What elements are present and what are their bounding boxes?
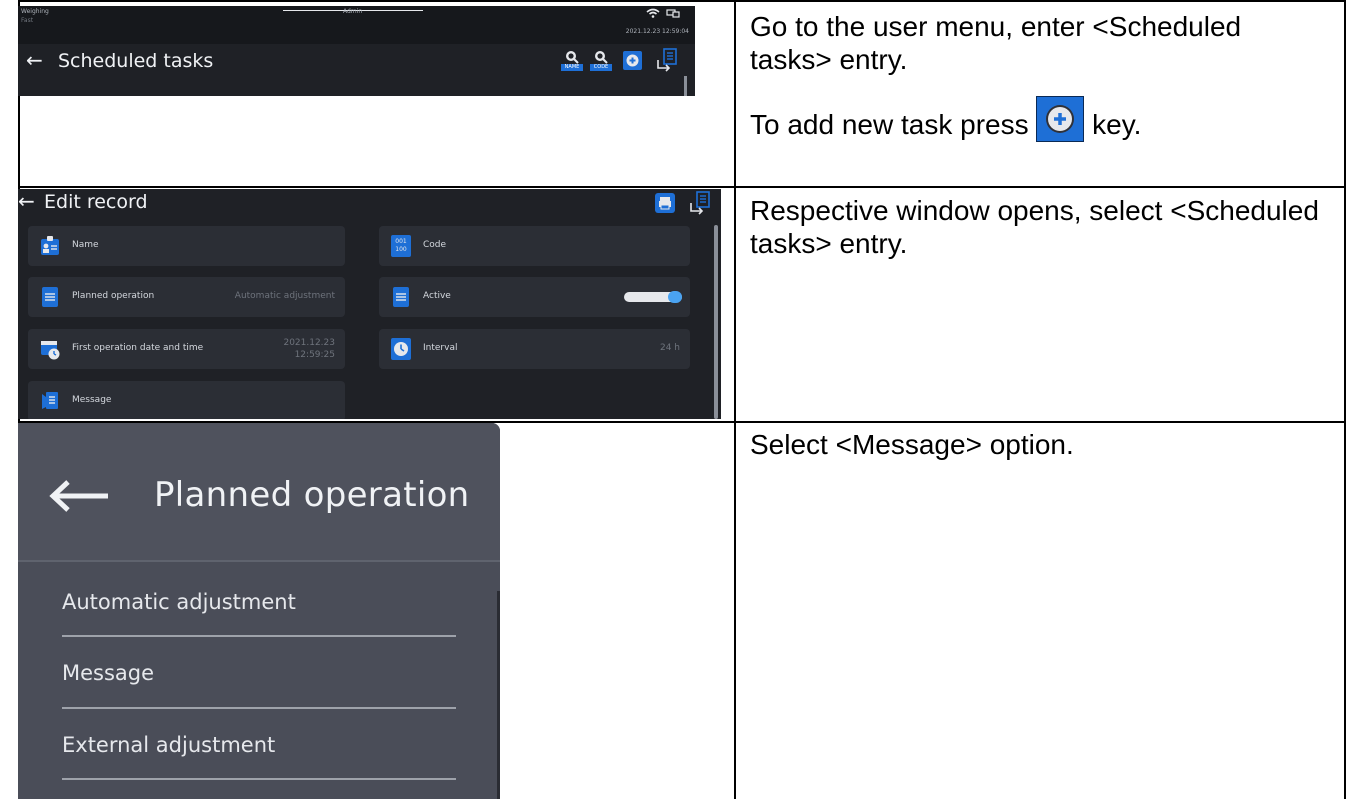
option-divider xyxy=(62,635,456,637)
code-icon-bottom: 100 xyxy=(395,246,407,253)
instruction-row1-line2-before: To add new task press xyxy=(750,109,1029,140)
page-title: Edit record xyxy=(44,191,148,213)
export-icon[interactable] xyxy=(688,191,712,217)
toggle-knob xyxy=(668,291,682,303)
interval-label: Interval xyxy=(423,343,458,353)
back-arrow-icon[interactable]: ← xyxy=(18,189,35,213)
scheduled-tasks-screen: Weighing Fast Admin 2021.12.23 12:59:04 … xyxy=(18,6,695,96)
plus-circle-icon xyxy=(626,54,639,67)
scrollbar[interactable] xyxy=(684,76,687,96)
print-button[interactable] xyxy=(655,193,675,213)
code-icon: 001 100 xyxy=(391,235,411,257)
table-border-row1 xyxy=(18,186,1346,188)
message-field[interactable]: Message xyxy=(28,381,345,419)
search-by-name-button[interactable]: NAME xyxy=(561,49,583,73)
first-operation-field[interactable]: First operation date and time 2021.12.23… xyxy=(28,329,345,369)
code-tag: CODE xyxy=(590,64,612,71)
scrollbar[interactable] xyxy=(714,225,718,419)
document-icon xyxy=(393,287,409,307)
back-arrow-icon[interactable]: ← xyxy=(26,48,43,72)
datetime-label: 2021.12.23 12:59:04 xyxy=(625,28,689,35)
message-icon xyxy=(42,392,58,409)
connection-icon xyxy=(666,9,680,18)
search-by-code-button[interactable]: CODE xyxy=(590,49,612,73)
add-task-button[interactable] xyxy=(623,51,642,70)
id-card-icon xyxy=(41,236,59,255)
planned-operation-value: Automatic adjustment xyxy=(234,291,335,301)
wifi-icon xyxy=(646,8,660,18)
active-label: Active xyxy=(423,291,451,301)
mode-sub-label: Fast xyxy=(21,17,34,24)
export-icon[interactable] xyxy=(655,48,679,74)
interval-field[interactable]: Interval 24 h xyxy=(379,329,690,369)
document-icon xyxy=(42,287,58,307)
first-operation-date: 2021.12.23 xyxy=(283,338,335,348)
name-label: Name xyxy=(72,240,99,250)
user-label: Admin xyxy=(343,8,363,15)
instruction-row1-line2-after: key. xyxy=(1092,109,1142,140)
option-external-adjustment[interactable]: External adjustment xyxy=(62,733,275,757)
instruction-row1-line2: To add new task press key. xyxy=(750,96,1330,146)
instruction-row1: Go to the user menu, enter <Scheduled ta… xyxy=(750,10,1330,146)
add-key-icon xyxy=(1036,96,1085,142)
planned-operation-screen: Planned operation Automatic adjustment M… xyxy=(18,423,500,799)
first-operation-time: 12:59:25 xyxy=(294,350,335,360)
first-operation-value: 2021.12.23 12:59:25 xyxy=(283,337,335,361)
clock-icon xyxy=(391,338,411,360)
option-automatic-adjustment[interactable]: Automatic adjustment xyxy=(62,590,296,614)
calendar-clock-icon xyxy=(41,341,60,360)
instruction-row3: Select <Message> option. xyxy=(750,428,1330,461)
instruction-row2-text: Respective window opens, select <Schedul… xyxy=(750,195,1319,259)
scrollbar[interactable] xyxy=(497,591,500,799)
instruction-row1-line1: Go to the user menu, enter <Scheduled ta… xyxy=(750,11,1242,75)
option-divider xyxy=(62,778,456,780)
code-label: Code xyxy=(423,240,447,250)
first-operation-label: First operation date and time xyxy=(72,343,204,353)
print-icon xyxy=(659,197,671,210)
table-border-top xyxy=(18,0,1346,2)
page-title: Planned operation xyxy=(154,475,470,515)
interval-value: 24 h xyxy=(659,343,680,353)
mode-label: Weighing xyxy=(21,8,49,15)
search-name-icon xyxy=(566,51,579,64)
planned-operation-field[interactable]: Planned operation Automatic adjustment xyxy=(28,277,345,317)
table-border-middle xyxy=(734,0,736,799)
option-divider xyxy=(62,707,456,709)
instruction-row2: Respective window opens, select <Schedul… xyxy=(750,194,1330,260)
planned-operation-label: Planned operation xyxy=(72,291,155,301)
name-field[interactable]: Name xyxy=(28,226,345,266)
active-field[interactable]: Active xyxy=(379,277,690,317)
instruction-row3-text: Select <Message> option. xyxy=(750,429,1074,460)
message-label: Message xyxy=(72,395,112,405)
back-arrow-icon[interactable] xyxy=(48,479,110,513)
code-icon-top: 001 xyxy=(395,238,407,245)
table-border-right xyxy=(1344,0,1346,799)
search-code-icon xyxy=(595,51,608,64)
page-title: Scheduled tasks xyxy=(58,50,214,72)
active-toggle[interactable] xyxy=(624,291,682,303)
edit-record-screen: ← Edit record Name 001 100 Code Planned … xyxy=(18,189,721,419)
code-field[interactable]: 001 100 Code xyxy=(379,226,690,266)
plus-circle-icon xyxy=(1046,105,1075,133)
option-message[interactable]: Message xyxy=(62,661,154,685)
name-tag: NAME xyxy=(561,64,583,71)
